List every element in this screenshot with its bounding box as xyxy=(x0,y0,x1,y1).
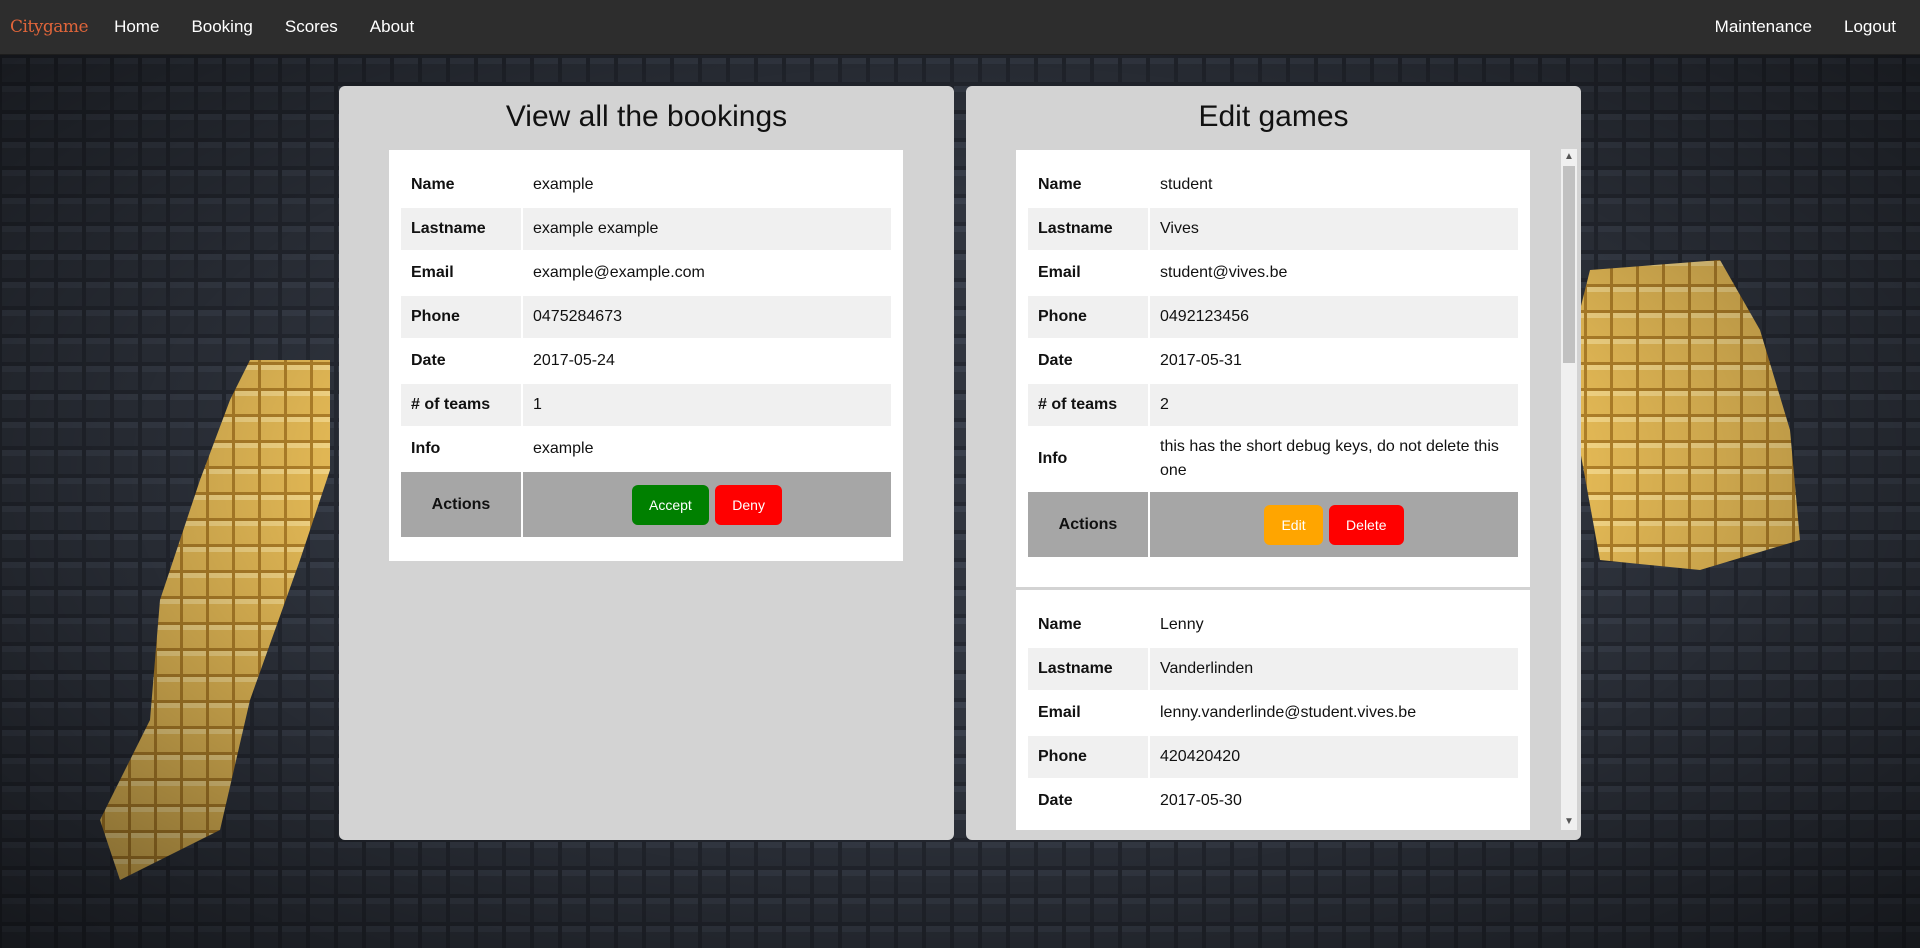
delete-button[interactable]: Delete xyxy=(1329,504,1404,545)
accept-button[interactable]: Accept xyxy=(632,484,709,525)
games-panel: Edit games Name student Lastname Vives E… xyxy=(966,86,1581,840)
games-list[interactable]: Name student Lastname Vives Email studen… xyxy=(1016,150,1530,830)
bookings-panel-title: View all the bookings xyxy=(505,100,788,133)
actions-row: Actions Accept Deny xyxy=(401,472,891,537)
game-table: Name student Lastname Vives Email studen… xyxy=(1028,162,1518,559)
field-value: Vanderlinden xyxy=(1150,648,1518,690)
field-value: 0475284673 xyxy=(523,296,891,338)
actions-buttons: Accept Deny xyxy=(523,472,891,537)
field-label: Info xyxy=(1028,428,1150,490)
table-row: Phone 0475284673 xyxy=(401,296,891,338)
table-row: Lastname Vanderlinden xyxy=(1028,648,1518,690)
games-scrollbar[interactable]: ▲ ▼ xyxy=(1561,149,1577,830)
pixel-cubes-artwork xyxy=(0,0,1920,948)
bookings-panel: View all the bookings Name example Lastn… xyxy=(339,86,954,840)
field-label: Email xyxy=(401,252,523,294)
actions-label: Actions xyxy=(401,472,523,537)
field-value: student@vives.be xyxy=(1160,264,1288,281)
game-card: Name Lenny Lastname Vanderlinden Email l… xyxy=(1016,587,1530,830)
table-row: Email example@example.com xyxy=(401,252,891,294)
field-label: Date xyxy=(1028,340,1150,382)
field-value: 2 xyxy=(1150,384,1518,426)
scroll-up-arrow-icon[interactable]: ▲ xyxy=(1561,149,1577,165)
field-label: Info xyxy=(401,428,523,470)
table-row: Email lenny.vanderlinde@student.vives.be xyxy=(1028,692,1518,734)
nav-booking[interactable]: Booking xyxy=(191,17,252,37)
field-label: Date xyxy=(1028,780,1150,822)
nav-about[interactable]: About xyxy=(370,17,414,37)
table-row: Email student@vives.be xyxy=(1028,252,1518,294)
edit-button[interactable]: Edit xyxy=(1264,504,1323,545)
field-value: 2017-05-24 xyxy=(533,352,615,369)
table-row: Date 2017-05-30 xyxy=(1028,780,1518,822)
table-row: # of teams 1 xyxy=(401,384,891,426)
field-label: Name xyxy=(1028,164,1150,206)
field-value: 0492123456 xyxy=(1150,296,1518,338)
field-value: 2017-05-30 xyxy=(1160,792,1242,809)
field-value: example@example.com xyxy=(533,264,705,281)
field-value: Vives xyxy=(1150,208,1518,250)
field-label: Lastname xyxy=(1028,648,1150,690)
field-label: # of teams xyxy=(401,384,523,426)
actions-row: Actions Edit Delete xyxy=(1028,492,1518,557)
nav-scores[interactable]: Scores xyxy=(285,17,338,37)
table-row: Name student xyxy=(1028,164,1518,206)
field-value: example xyxy=(533,440,594,457)
field-label: # of teams xyxy=(1028,384,1150,426)
table-row: Phone 0492123456 xyxy=(1028,296,1518,338)
field-label: Email xyxy=(1028,692,1150,734)
field-label: Phone xyxy=(1028,296,1150,338)
table-row: Lastname example example xyxy=(401,208,891,250)
field-value: 1 xyxy=(523,384,891,426)
actions-label: Actions xyxy=(1028,492,1150,557)
field-label: Lastname xyxy=(1028,208,1150,250)
field-value: 420420420 xyxy=(1150,736,1518,778)
games-panel-title: Edit games xyxy=(1198,100,1349,133)
nav-logout[interactable]: Logout xyxy=(1844,17,1896,37)
table-row: Lastname Vives xyxy=(1028,208,1518,250)
table-row: Name example xyxy=(401,164,891,206)
brand-logo[interactable]: Citygame xyxy=(10,17,89,37)
field-label: Lastname xyxy=(401,208,523,250)
background-image xyxy=(0,0,1920,948)
table-row: Date 2017-05-31 xyxy=(1028,340,1518,382)
nav-maintenance[interactable]: Maintenance xyxy=(1715,17,1812,37)
field-value: example xyxy=(533,176,594,193)
scroll-down-arrow-icon[interactable]: ▼ xyxy=(1561,814,1577,830)
field-label: Name xyxy=(1028,604,1150,646)
table-row: Phone 420420420 xyxy=(1028,736,1518,778)
field-value: lenny.vanderlinde@student.vives.be xyxy=(1160,704,1417,721)
field-label: Date xyxy=(401,340,523,382)
top-navbar: Citygame Home Booking Scores About Maint… xyxy=(0,0,1920,55)
table-row: Name Lenny xyxy=(1028,604,1518,646)
booking-table: Name example Lastname example example Em… xyxy=(401,162,891,539)
scroll-thumb[interactable] xyxy=(1563,166,1575,363)
game-table: Name Lenny Lastname Vanderlinden Email l… xyxy=(1028,602,1518,824)
field-value: this has the short debug keys, do not de… xyxy=(1160,438,1499,479)
field-label: Phone xyxy=(401,296,523,338)
game-card: Name student Lastname Vives Email studen… xyxy=(1016,150,1530,587)
field-value: student xyxy=(1160,176,1213,193)
table-row: Date 2017-05-24 xyxy=(401,340,891,382)
field-value: Lenny xyxy=(1160,616,1204,633)
field-value: 2017-05-31 xyxy=(1160,352,1242,369)
table-row: # of teams 2 xyxy=(1028,384,1518,426)
nav-home[interactable]: Home xyxy=(114,17,159,37)
deny-button[interactable]: Deny xyxy=(715,484,782,525)
field-label: Email xyxy=(1028,252,1150,294)
table-row: Info example xyxy=(401,428,891,470)
field-label: Name xyxy=(401,164,523,206)
actions-buttons: Edit Delete xyxy=(1150,492,1518,557)
booking-card: Name example Lastname example example Em… xyxy=(389,150,903,561)
field-label: Phone xyxy=(1028,736,1150,778)
field-value: example example xyxy=(523,208,891,250)
table-row: Info this has the short debug keys, do n… xyxy=(1028,428,1518,490)
